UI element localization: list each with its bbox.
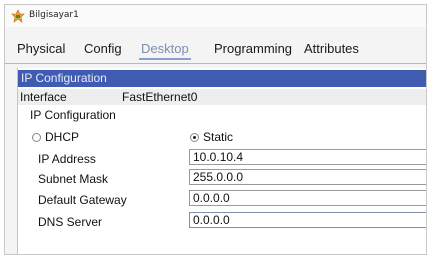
ip-address-field[interactable] — [189, 149, 426, 165]
panel-header: IP Configuration — [18, 70, 426, 87]
window-title: Bilgisayar1 — [29, 10, 79, 20]
tab-programming[interactable]: Programming — [214, 41, 292, 56]
section-title: IP Configuration — [30, 108, 116, 122]
ip-address-row: IP Address — [18, 149, 426, 169]
interface-row: Interface FastEthernet0 — [18, 89, 426, 105]
dns-server-field[interactable] — [189, 212, 426, 228]
subnet-mask-label: Subnet Mask — [38, 172, 109, 186]
dhcp-label: DHCP — [45, 130, 80, 144]
app-window: Bilgisayar1 Physical Config Desktop Prog… — [4, 4, 427, 255]
tab-bar: Physical Config Desktop Programming Attr… — [5, 41, 426, 64]
ip-configuration-panel: IP Configuration Interface FastEthernet0… — [17, 68, 426, 254]
dhcp-radio-circle[interactable] — [32, 132, 41, 142]
dns-server-row: DNS Server — [18, 212, 426, 232]
ip-address-label: IP Address — [38, 152, 96, 166]
tab-physical[interactable]: Physical — [17, 41, 65, 56]
pc-icon — [11, 9, 25, 23]
static-radio-circle[interactable] — [190, 132, 199, 142]
tab-config[interactable]: Config — [84, 41, 122, 56]
subnet-mask-field[interactable] — [189, 169, 426, 185]
dhcp-radio[interactable]: DHCP — [32, 130, 79, 144]
interface-select[interactable]: FastEthernet0 — [122, 89, 197, 105]
static-label: Static — [203, 130, 234, 144]
dns-server-label: DNS Server — [38, 215, 103, 229]
interface-label: Interface — [20, 90, 67, 104]
default-gateway-row: Default Gateway — [18, 190, 426, 210]
default-gateway-field[interactable] — [189, 190, 426, 206]
default-gateway-label: Default Gateway — [38, 193, 127, 207]
tab-desktop[interactable]: Desktop — [139, 41, 191, 60]
tab-attributes[interactable]: Attributes — [304, 41, 359, 56]
subnet-mask-row: Subnet Mask — [18, 169, 426, 189]
static-radio[interactable]: Static — [190, 130, 233, 144]
title-bar: Bilgisayar1 — [5, 5, 426, 27]
